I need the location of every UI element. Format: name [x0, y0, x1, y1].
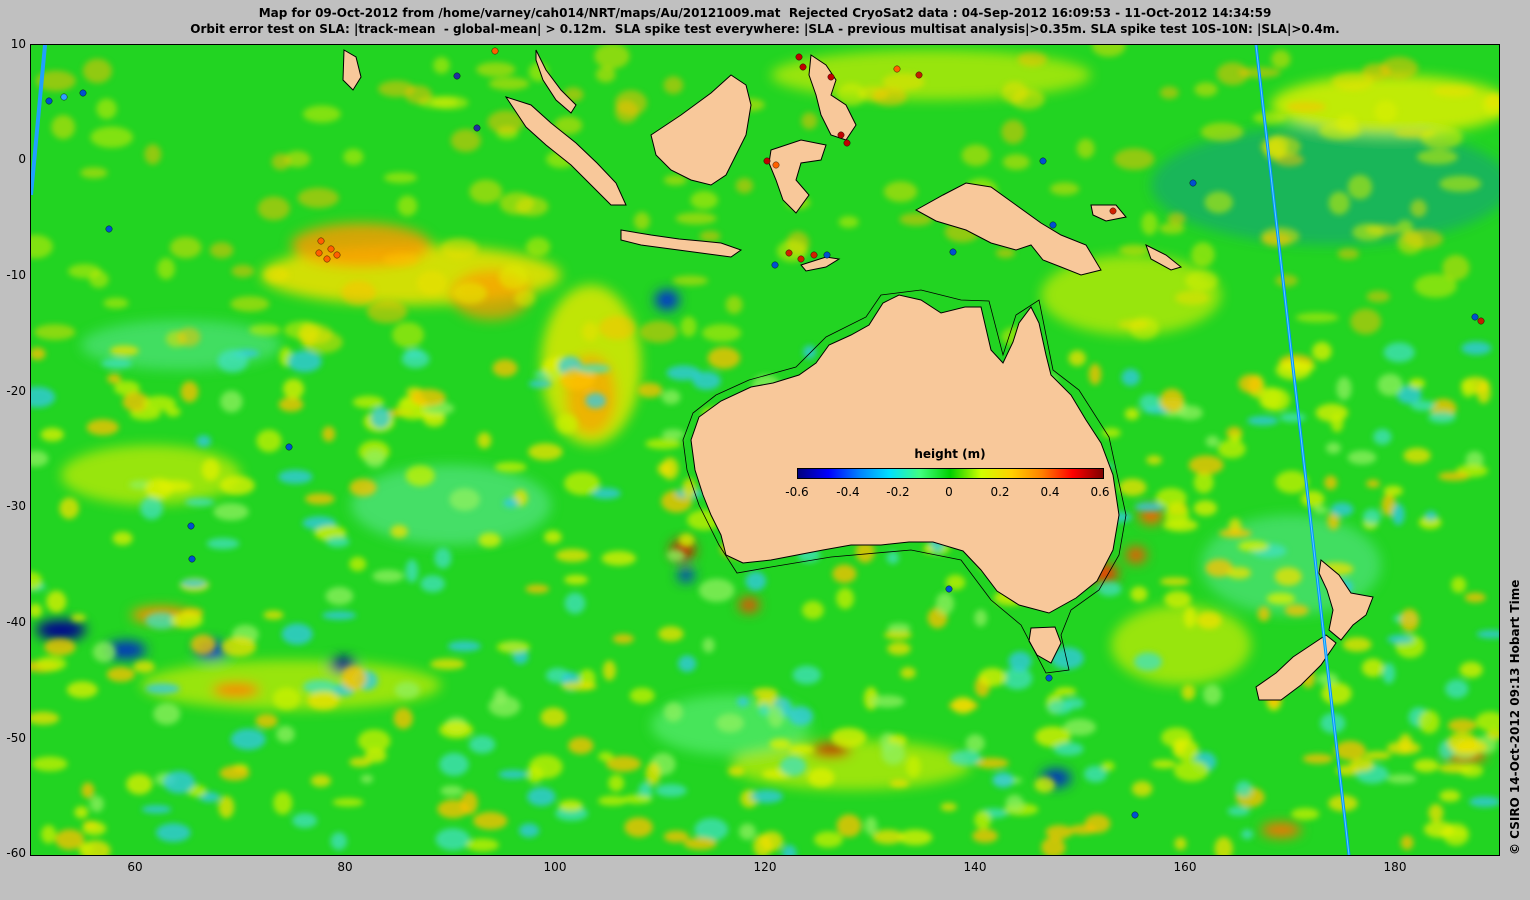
- y-tick-minus40: -40: [6, 615, 26, 629]
- x-tick-60: 60: [127, 860, 143, 874]
- colorbar-title: height (m): [914, 447, 986, 461]
- x-tick-140: 140: [963, 860, 987, 874]
- y-tick-0: 0: [18, 152, 26, 166]
- y-tick-minus50: -50: [6, 731, 26, 745]
- colorbar-tick-label: -0.6: [785, 485, 809, 499]
- colorbar-tick-label: -0.2: [886, 485, 910, 499]
- colorbar: [797, 468, 1104, 479]
- sea-level-map[interactable]: [30, 44, 1500, 856]
- colorbar-tick-label: 0.6: [1090, 485, 1110, 499]
- x-tick-180: 180: [1383, 860, 1407, 874]
- x-tick-100: 100: [543, 860, 567, 874]
- colorbar-tick-label: 0.2: [990, 485, 1010, 499]
- colorbar-tick-label: 0: [945, 485, 953, 499]
- copyright-credit: © CSIRO 14-Oct-2012 09:13 Hobart Time: [1508, 579, 1522, 855]
- y-tick-minus20: -20: [6, 384, 26, 398]
- y-tick-minus30: -30: [6, 499, 26, 513]
- map-title-line1: Map for 09-Oct-2012 from /home/varney/ca…: [258, 6, 1272, 20]
- y-tick-minus10: -10: [6, 268, 26, 282]
- x-tick-120: 120: [753, 860, 777, 874]
- x-tick-80: 80: [337, 860, 353, 874]
- colorbar-tick-label: -0.4: [836, 485, 860, 499]
- y-tick-10: 10: [10, 37, 26, 51]
- map-title-line2: Orbit error test on SLA: |track-mean - g…: [190, 22, 1340, 36]
- y-tick-minus60: -60: [6, 846, 26, 860]
- x-tick-160: 160: [1173, 860, 1197, 874]
- map-canvas: [31, 45, 1499, 855]
- colorbar-tick-label: 0.4: [1040, 485, 1060, 499]
